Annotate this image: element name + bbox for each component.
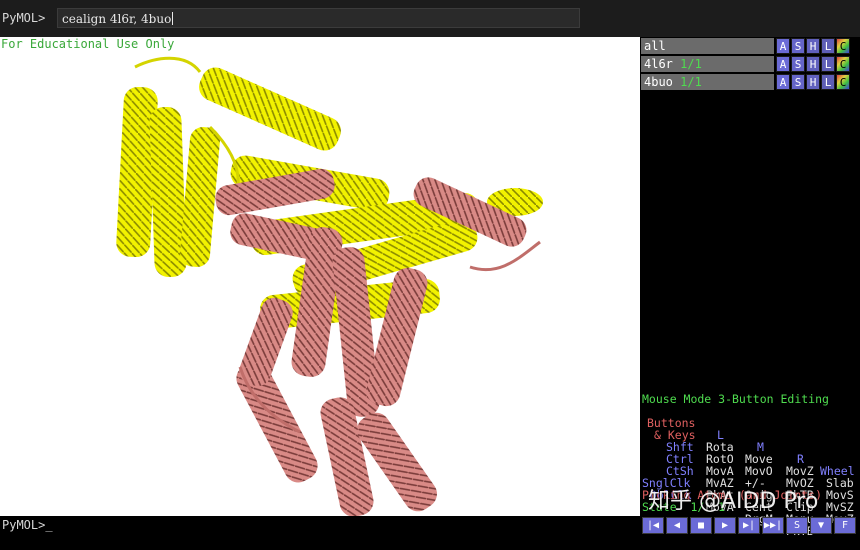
color-button[interactable]: C (836, 38, 850, 54)
stop-button[interactable]: ■ (690, 517, 712, 534)
color-button[interactable]: C (836, 74, 850, 90)
text-caret (172, 12, 174, 25)
action-button[interactable]: A (776, 38, 790, 54)
bottom-prompt: PyMOL>_ (2, 518, 53, 532)
hide-button[interactable]: H (806, 74, 820, 90)
molecule-viewport[interactable]: For Educational Use Only (0, 37, 640, 516)
command-input-text: cealign 4l6r, 4buo (62, 12, 172, 26)
color-button[interactable]: C (836, 56, 850, 72)
protein-structure-render (116, 56, 543, 516)
label-button[interactable]: L (821, 38, 835, 54)
command-prompt: PyMOL> (2, 11, 46, 25)
step-forward-button[interactable]: ▶| (738, 517, 760, 534)
play-button[interactable]: ▶ (714, 517, 736, 534)
watermark-text: 知乎 @AIDD Pro (648, 489, 819, 514)
bottom-command-line[interactable]: PyMOL>_ (0, 516, 640, 535)
object-row-4buo[interactable]: 4buo 1/1 A S H L C (641, 74, 860, 90)
show-button[interactable]: S (791, 56, 805, 72)
show-button[interactable]: S (791, 38, 805, 54)
mouse-mode-title[interactable]: Mouse Mode 3-Button Editing (642, 393, 829, 405)
menu-button[interactable]: ▼ (810, 517, 832, 534)
frame-count: 1/1 (680, 57, 702, 71)
object-row-4l6r[interactable]: 4l6r 1/1 A S H L C (641, 56, 860, 72)
frame-count: 1/1 (680, 75, 702, 89)
object-name[interactable]: 4l6r 1/1 (641, 56, 774, 72)
scene-button[interactable]: S (786, 517, 808, 534)
command-input[interactable]: cealign 4l6r, 4buo (57, 8, 580, 28)
show-button[interactable]: S (791, 74, 805, 90)
object-name[interactable]: all (641, 38, 774, 54)
label-button[interactable]: L (821, 56, 835, 72)
object-name[interactable]: 4buo 1/1 (641, 74, 774, 90)
fullscreen-button[interactable]: F (834, 517, 856, 534)
action-button[interactable]: A (776, 56, 790, 72)
rewind-button[interactable]: |◀ (642, 517, 664, 534)
educational-notice: For Educational Use Only (1, 37, 175, 51)
command-bar: PyMOL> cealign 4l6r, 4buo (0, 0, 860, 37)
end-button[interactable]: ▶▶| (762, 517, 784, 534)
object-row-all[interactable]: all A S H L C (641, 38, 860, 54)
label-button[interactable]: L (821, 74, 835, 90)
hide-button[interactable]: H (806, 38, 820, 54)
hide-button[interactable]: H (806, 56, 820, 72)
action-button[interactable]: A (776, 74, 790, 90)
movie-controls: |◀ ◀ ■ ▶ ▶| ▶▶| S ▼ F (642, 517, 860, 535)
step-back-button[interactable]: ◀ (666, 517, 688, 534)
